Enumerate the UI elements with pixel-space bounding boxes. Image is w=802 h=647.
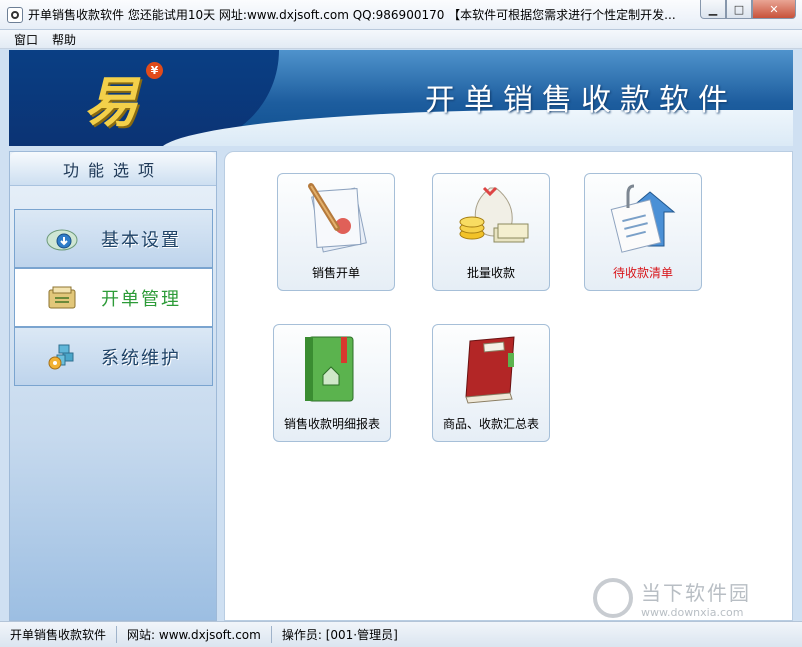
header-banner: 易 ¥ 开单销售收款软件	[9, 50, 793, 146]
status-operator: 操作员: [001·管理员]	[281, 628, 398, 642]
tile-label: 销售开单	[311, 266, 360, 280]
tile-summary-table[interactable]: 商品、收款汇总表	[432, 324, 550, 442]
summary-book-icon	[448, 329, 534, 409]
menu-window[interactable]: 窗口	[0, 31, 45, 48]
window-title: 开单销售收款软件 您还能试用10天 网址:www.dxjsoft.com QQ:…	[28, 8, 676, 22]
tile-sales-payment-report[interactable]: 销售收款明细报表	[273, 324, 391, 442]
sales-payment-report-icon	[289, 329, 375, 409]
order-management-icon	[45, 284, 79, 312]
maximize-button[interactable]: □	[726, 0, 752, 19]
minimize-button[interactable]: ▁	[700, 0, 726, 19]
watermark-logo-icon	[593, 578, 633, 618]
nav-label: 基本设置	[101, 229, 181, 251]
title-bar: 开单销售收款软件 您还能试用10天 网址:www.dxjsoft.com QQ:…	[0, 0, 802, 30]
pending-payment-list-icon	[600, 178, 686, 258]
nav-item-order-management[interactable]: 开单管理	[14, 268, 213, 327]
status-bar: 开单销售收款软件 网站: www.dxjsoft.com 操作员: [001·管…	[0, 621, 802, 647]
nav-label: 系统维护	[101, 347, 181, 369]
menu-bar: 窗口 帮助	[0, 30, 802, 49]
status-website: 网站: www.dxjsoft.com	[117, 626, 272, 643]
tile-label: 待收款清单	[612, 266, 673, 280]
tile-sales-order[interactable]: 销售开单	[277, 173, 395, 291]
nav-item-system-maintenance[interactable]: 系统维护	[14, 327, 213, 386]
system-maintenance-icon	[45, 343, 79, 371]
function-panel: 功能选项 基本设置 开单管理 系统维护	[9, 151, 217, 621]
tile-batch-payment[interactable]: 批量收款	[432, 173, 550, 291]
app-icon[interactable]	[7, 6, 23, 23]
watermark: 当下软件园 www.downxia.com	[593, 576, 778, 620]
sales-order-icon	[293, 178, 379, 258]
watermark-text: 当下软件园 www.downxia.com	[641, 577, 751, 619]
tile-label: 批量收款	[466, 266, 515, 280]
nav-item-basic-settings[interactable]: 基本设置	[14, 209, 213, 268]
tile-pending-payment-list[interactable]: 待收款清单	[584, 173, 702, 291]
batch-payment-icon	[448, 178, 534, 258]
close-button[interactable]: ✕	[752, 0, 796, 19]
yen-badge: ¥	[146, 62, 163, 79]
basic-settings-icon	[45, 225, 79, 253]
panel-header: 功能选项	[10, 152, 216, 186]
nav-label: 开单管理	[101, 288, 181, 310]
menu-help[interactable]: 帮助	[45, 31, 83, 48]
watermark-url: www.downxia.com	[641, 606, 744, 619]
main-content: 销售开单 批量收款 待收款清单 销售收款明细报表 商品、收款汇总表	[224, 151, 793, 621]
banner-title: 开单销售收款软件	[425, 83, 737, 118]
status-app-name: 开单销售收款软件	[0, 626, 118, 643]
window-controls: ▁ □ ✕	[700, 0, 796, 19]
tile-label: 销售收款明细报表	[283, 417, 380, 431]
watermark-title: 当下软件园	[641, 581, 751, 605]
tile-label: 商品、收款汇总表	[442, 417, 539, 431]
